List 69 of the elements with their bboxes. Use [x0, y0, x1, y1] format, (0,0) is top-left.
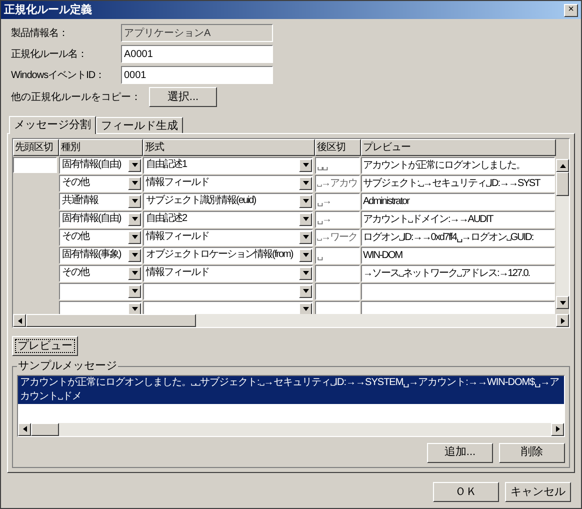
text-field[interactable]: A0001 [121, 45, 273, 63]
text-field[interactable]: ␣→ワーク [315, 228, 360, 246]
combo-box[interactable]: サブジェクト識別情報(euid) [143, 192, 313, 210]
cancel-button[interactable]: キャンセル [505, 482, 571, 502]
combo-box[interactable]: 情報フィールド [143, 174, 313, 192]
text-field[interactable]: 0001 [121, 66, 273, 84]
text-field[interactable] [315, 300, 360, 314]
window-title: 正規化ルール定義 [4, 2, 92, 18]
field-label: 製品情報名： [11, 26, 69, 40]
text-field[interactable]: →ソース␣ネットワーク␣アドレス:→127.0. [361, 264, 555, 282]
text-field[interactable]: ␣→ [315, 192, 360, 210]
field-label: 正規化ルール名： [11, 48, 88, 62]
horizontal-scrollbar[interactable] [18, 422, 564, 436]
field-label: WindowsイベントID： [11, 68, 106, 82]
text-field[interactable]: サブジェクト:␣→セキュリティ␣ID:→→SYST [361, 174, 555, 192]
close-button[interactable]: × [564, 4, 578, 16]
text-field[interactable]: アカウントが正常にログオンしました。 [361, 156, 555, 174]
column-header[interactable]: 後区切 [315, 139, 361, 156]
combo-box[interactable]: 情報フィールド [143, 264, 313, 282]
text-field[interactable]: アカウント␣ドメイン:→→AUDIT [361, 210, 555, 228]
horizontal-scrollbar[interactable] [13, 314, 569, 327]
combo-box[interactable]: その他 [59, 264, 142, 282]
text-field[interactable]: ␣ [315, 246, 360, 264]
text-field[interactable]: Administrator [361, 192, 555, 210]
combo-box[interactable]: 共通情報 [59, 192, 142, 210]
column-header[interactable]: 種別 [59, 139, 143, 156]
tab[interactable]: フィールド生成 [96, 117, 183, 133]
text-field[interactable]: ␣␣ [315, 156, 360, 174]
vertical-scrollbar[interactable] [556, 159, 569, 309]
add-button[interactable]: 追加... [427, 442, 493, 462]
text-field[interactable] [361, 300, 555, 314]
combo-box[interactable] [59, 282, 142, 300]
text-field[interactable] [13, 157, 57, 173]
column-header[interactable]: 先頭区切 [13, 139, 59, 156]
text-field[interactable]: WIN-DOM [361, 246, 555, 264]
scroll-right-icon[interactable] [556, 314, 569, 327]
field-label: 他の正規化ルールをコピー： [11, 90, 142, 104]
ok-button[interactable]: ＯＫ [433, 482, 499, 502]
list-item[interactable]: アカウントが正常にログオンしました。␣␣サブジェクト:␣→セキュリティ␣ID:→→SYSTEM␣→アカウント:→→WIN-DOM$␣→アカウント␣ドメ [18, 376, 564, 404]
scroll-thumb[interactable] [26, 314, 196, 327]
group-title: サンプルメッセージ [17, 358, 118, 374]
combo-box[interactable]: 自由記述2 [143, 210, 313, 228]
combo-box[interactable]: オブジェクトロケーション情報(from) [143, 246, 313, 264]
text-field[interactable]: ␣→ [315, 210, 360, 228]
scroll-left-icon[interactable] [18, 422, 31, 436]
text-field[interactable] [315, 264, 360, 282]
combo-box[interactable]: その他 [59, 174, 142, 192]
scroll-up-icon[interactable] [556, 159, 569, 172]
scroll-right-icon[interactable] [551, 422, 564, 436]
text-field[interactable]: ログオン␣ID:→→0xd7ff4␣→ログオン␣GUID: [361, 228, 555, 246]
column-header[interactable]: プレビュー [361, 139, 556, 156]
text-field[interactable]: ␣→アカウ [315, 174, 360, 192]
tab[interactable]: メッセージ分割 [9, 116, 96, 134]
scroll-left-icon[interactable] [13, 314, 26, 327]
scroll-thumb[interactable] [556, 172, 569, 196]
combo-box[interactable]: 自由記述1 [143, 156, 313, 174]
text-field[interactable] [315, 282, 360, 300]
select-button[interactable]: 選択... [149, 87, 217, 107]
combo-box[interactable]: 情報フィールド [143, 228, 313, 246]
preview-button[interactable]: プレビュー [12, 336, 78, 356]
delete-button[interactable]: 削除 [499, 442, 565, 462]
text-field[interactable] [361, 282, 555, 300]
combo-box[interactable]: その他 [59, 228, 142, 246]
combo-box[interactable]: 固有情報(自由) [59, 156, 142, 174]
scroll-thumb[interactable] [31, 422, 59, 436]
scroll-down-icon[interactable] [556, 296, 569, 309]
combo-box[interactable]: 固有情報(自由) [59, 210, 142, 228]
combo-box[interactable]: 固有情報(事象) [59, 246, 142, 264]
column-header[interactable]: 形式 [143, 139, 315, 156]
